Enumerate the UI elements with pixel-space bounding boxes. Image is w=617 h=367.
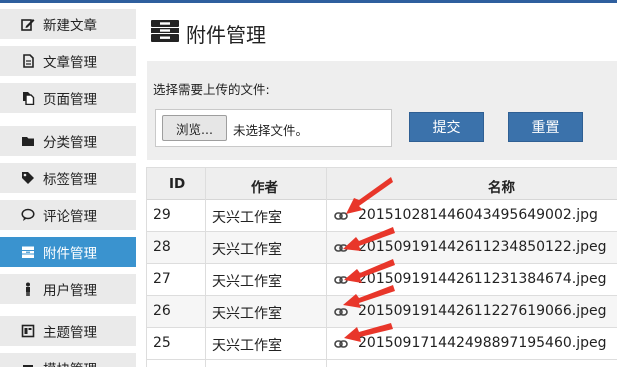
row-author: 天兴工作室 xyxy=(212,338,282,354)
table-header: ID 作者 名称 xyxy=(147,167,617,200)
sidebar-item-label: 标签管理 xyxy=(43,172,97,188)
column-divider xyxy=(326,167,327,367)
row-filename-link[interactable]: 20150919144261123485​0122.jpeg xyxy=(358,239,607,255)
pages-icon xyxy=(20,90,36,106)
tag-icon xyxy=(20,170,36,186)
page-title-text: 附件管理 xyxy=(186,22,266,47)
row-author: 天兴工作室 xyxy=(212,274,282,290)
row-author: 天兴工作室 xyxy=(212,306,282,322)
row-author: 天兴工作室 xyxy=(212,242,282,258)
sidebar-item-new-article[interactable]: 新建文章 xyxy=(0,9,136,39)
table-row: 28 天兴工作室 20150919144261123485​0122.jpeg xyxy=(147,232,617,264)
page-title: 附件管理 xyxy=(150,18,266,48)
submit-button[interactable]: 提交 xyxy=(409,112,484,142)
sidebar-item-label: 分类管理 xyxy=(43,135,97,151)
row-author: 天兴工作室 xyxy=(212,210,282,226)
header-author: 作者 xyxy=(251,180,278,196)
header-id: ID xyxy=(169,176,186,192)
layout-icon xyxy=(20,323,36,339)
sidebar: 新建文章 文章管理 页面管理 分类管理 标签管理 评论管理 附件管理 用户管理 … xyxy=(0,3,136,367)
archive-icon xyxy=(150,18,186,49)
sidebar-item-themes[interactable]: 主题管理 xyxy=(0,316,136,346)
row-filename-link[interactable]: 20151028144604349564​9002.jpg xyxy=(358,207,598,223)
row-filename-link[interactable]: 20150919144261122761​9066.jpeg xyxy=(358,303,607,319)
sidebar-item-label: 评论管理 xyxy=(43,209,97,225)
sidebar-item-label: 附件管理 xyxy=(43,246,97,262)
table-row: 26 天兴工作室 20150919144261122761​9066.jpeg xyxy=(147,296,617,328)
sidebar-item-pages[interactable]: 页面管理 xyxy=(0,83,136,113)
sidebar-item-tags[interactable]: 标签管理 xyxy=(0,163,136,193)
module-icon xyxy=(20,360,36,367)
upload-label: 选择需要上传的文件: xyxy=(153,82,270,97)
sidebar-item-label: 页面管理 xyxy=(43,92,97,108)
row-id: 27 xyxy=(153,271,171,287)
browse-button[interactable]: 浏览... xyxy=(162,115,227,141)
sidebar-item-categories[interactable]: 分类管理 xyxy=(0,126,136,156)
reset-button[interactable]: 重置 xyxy=(508,112,583,142)
sidebar-item-users[interactable]: 用户管理 xyxy=(0,274,136,304)
sidebar-item-label: 用户管理 xyxy=(43,283,97,299)
sidebar-item-modules[interactable]: 模块管理 xyxy=(0,353,136,367)
column-divider xyxy=(205,167,206,367)
sidebar-item-articles[interactable]: 文章管理 xyxy=(0,46,136,76)
table-row: 25 天兴工作室 20150917144249889719​5460.jpeg xyxy=(147,328,617,360)
row-id: 28 xyxy=(153,239,171,255)
table-row: 29 天兴工作室 20151028144604349564​9002.jpg xyxy=(147,200,617,232)
row-id: 25 xyxy=(153,335,171,351)
row-filename-link[interactable]: 20150919144261123138​4674.jpeg xyxy=(358,271,607,287)
file-status-text: 未选择文件。 xyxy=(233,123,309,138)
user-icon xyxy=(20,281,36,297)
upload-panel: 选择需要上传的文件: 浏览... 未选择文件。 提交 重置 xyxy=(147,61,617,160)
folder-icon xyxy=(20,133,36,149)
comment-icon xyxy=(20,207,36,223)
archive-icon xyxy=(20,244,36,260)
sidebar-item-label: 新建文章 xyxy=(43,18,97,34)
sidebar-item-label: 文章管理 xyxy=(43,55,97,71)
table-row: 27 天兴工作室 20150919144261123138​4674.jpeg xyxy=(147,264,617,296)
link-icon xyxy=(334,308,348,316)
link-icon xyxy=(334,276,348,284)
header-name: 名称 xyxy=(488,180,515,196)
sidebar-item-label: 模块管理 xyxy=(43,358,97,367)
sidebar-item-attachments[interactable]: 附件管理 xyxy=(0,237,136,267)
file-input[interactable]: 浏览... 未选择文件。 xyxy=(155,109,392,147)
link-icon xyxy=(334,212,348,220)
sidebar-item-comments[interactable]: 评论管理 xyxy=(0,200,136,230)
document-icon xyxy=(20,53,36,69)
link-icon xyxy=(334,340,348,348)
row-filename-link[interactable]: 20150917144249889719​5460.jpeg xyxy=(358,335,607,351)
attachments-table: ID 作者 名称 29 天兴工作室 20151028144604349564​9… xyxy=(146,167,617,367)
row-id: 29 xyxy=(153,207,171,223)
sidebar-item-label: 主题管理 xyxy=(43,325,97,341)
row-id: 26 xyxy=(153,303,171,319)
edit-icon xyxy=(20,16,36,32)
link-icon xyxy=(334,244,348,252)
